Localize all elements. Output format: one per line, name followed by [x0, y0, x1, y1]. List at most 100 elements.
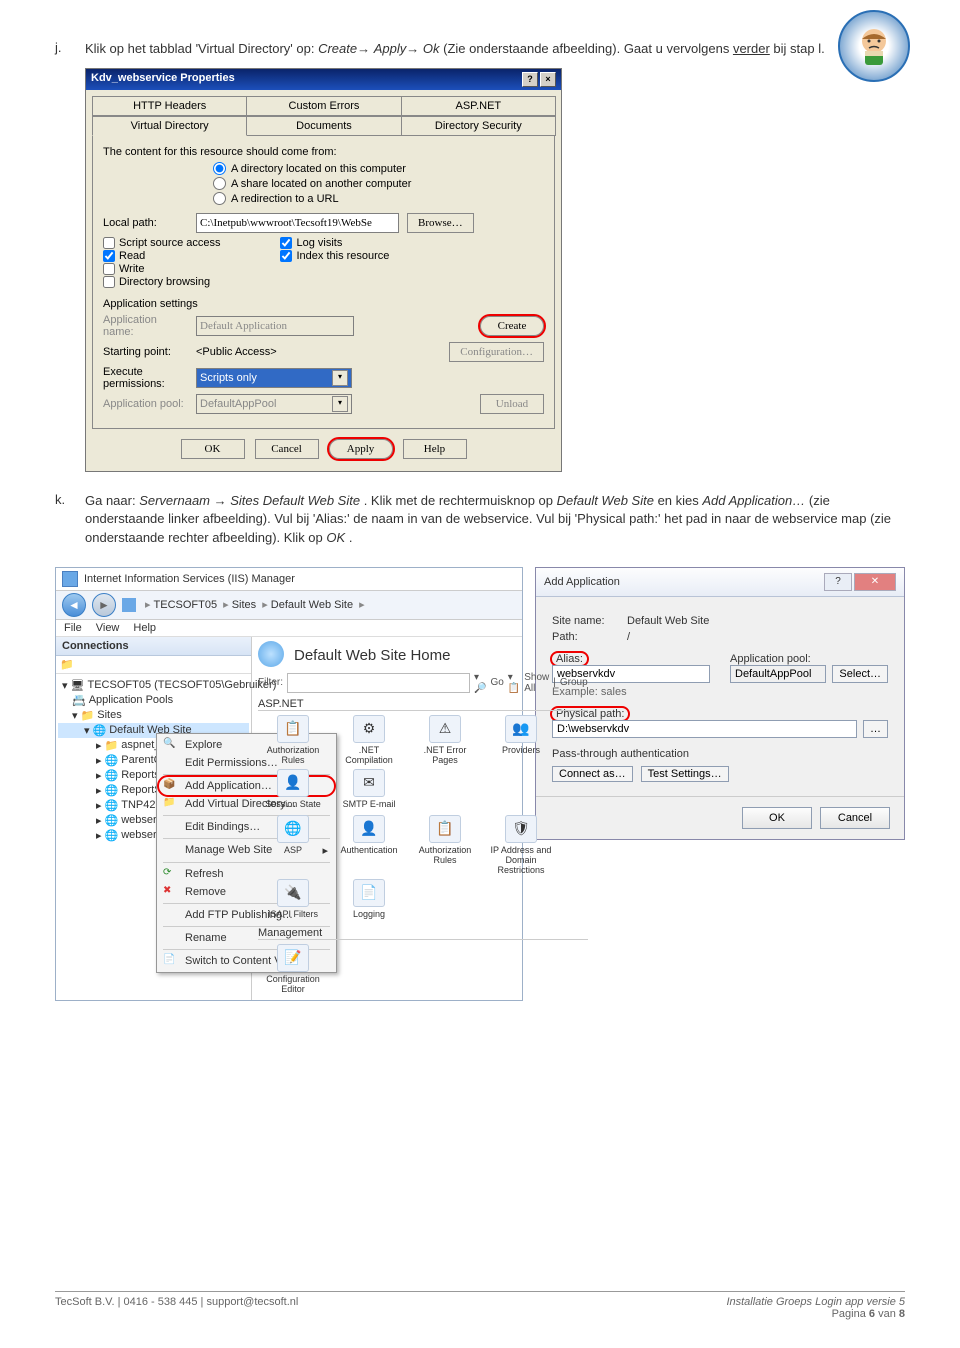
- tab-row-bottom: Virtual Directory Documents Directory Se…: [92, 116, 555, 136]
- feature-icon[interactable]: 📋Authorization Rules: [410, 815, 480, 875]
- arrow-icon: →: [406, 41, 419, 56]
- feature-icon[interactable]: 🛡IP Address and Domain Restrictions: [486, 815, 556, 875]
- apply-button[interactable]: Apply: [329, 439, 393, 459]
- cancel-button[interactable]: Cancel: [820, 807, 890, 829]
- app-name-input: [196, 316, 354, 336]
- help-button[interactable]: Help: [403, 439, 467, 459]
- tab-aspnet[interactable]: ASP.NET: [401, 96, 556, 116]
- dialog-title: Add Application: [544, 576, 620, 588]
- browse-path-button[interactable]: …: [863, 720, 888, 738]
- footer-left: TecSoft B.V. | 0416 - 538 445 | support@…: [55, 1296, 298, 1320]
- help-icon[interactable]: ?: [824, 573, 852, 591]
- refresh-icon: ⟳: [163, 867, 177, 881]
- forward-button[interactable]: ►: [92, 593, 116, 617]
- tab-directory-security[interactable]: Directory Security: [401, 116, 556, 136]
- connections-header: Connections: [56, 637, 251, 656]
- local-path-input[interactable]: [196, 213, 399, 233]
- mascot-icon: [849, 21, 899, 71]
- cb-script-source[interactable]: [103, 237, 115, 249]
- radio-local-dir[interactable]: [213, 162, 226, 175]
- feature-icon[interactable]: ✉SMTP E-mail: [334, 769, 404, 809]
- app-pool-label: Application pool:: [730, 653, 888, 665]
- feature-icon[interactable]: 📝Configuration Editor: [258, 944, 328, 994]
- cancel-button[interactable]: Cancel: [255, 439, 319, 459]
- iis-manager-window: Internet Information Services (IIS) Mana…: [55, 567, 523, 1001]
- close-icon[interactable]: ×: [540, 72, 556, 87]
- browse-button[interactable]: Browse…: [407, 213, 474, 233]
- feature-icon[interactable]: ⚙.NET Compilation: [334, 715, 404, 765]
- feature-icon[interactable]: 🔌ISAPI Filters: [258, 879, 328, 919]
- menu-file[interactable]: File: [64, 622, 82, 634]
- feature-icon[interactable]: 📄Logging: [334, 879, 404, 919]
- back-button[interactable]: ◄: [62, 593, 86, 617]
- cb-write[interactable]: [103, 263, 115, 275]
- brand-logo: [838, 10, 910, 82]
- feature-icon[interactable]: 🌐ASP: [258, 815, 328, 875]
- category-management: Management: [258, 927, 588, 940]
- folder-icon: 📁: [163, 797, 177, 811]
- menu-help[interactable]: Help: [133, 622, 156, 634]
- start-point-value: <Public Access>: [196, 346, 277, 358]
- radio-share[interactable]: [213, 177, 226, 190]
- select-pool-button[interactable]: Select…: [832, 665, 888, 683]
- page-footer: TecSoft B.V. | 0416 - 538 445 | support@…: [55, 1291, 905, 1320]
- exec-perm-select[interactable]: Scripts only▾: [196, 368, 352, 388]
- arrow-icon: →: [214, 493, 227, 508]
- document-page: j. Klik op het tabblad 'Virtual Director…: [0, 0, 960, 1340]
- content-pane: Default Web Site Home Filter: ▾ 🔎Go ▾ 📋S…: [252, 637, 594, 1000]
- home-icon: [122, 598, 136, 612]
- cb-index[interactable]: [280, 250, 292, 262]
- tab-custom-errors[interactable]: Custom Errors: [246, 96, 401, 116]
- ok-button[interactable]: OK: [742, 807, 812, 829]
- filter-input[interactable]: [287, 673, 470, 693]
- tab-documents[interactable]: Documents: [246, 116, 401, 136]
- app-pool-select: DefaultAppPool▾: [196, 394, 352, 414]
- connections-pane: Connections 📁 ▾🖥TECSOFT05 (TECSOFT05\Geb…: [56, 637, 252, 1000]
- page-title: Default Web Site Home: [294, 647, 588, 664]
- feature-icon[interactable]: 👥Providers: [486, 715, 556, 765]
- tab-virtual-directory[interactable]: Virtual Directory: [92, 116, 247, 136]
- arrow-icon: →: [357, 41, 370, 56]
- footer-doc-title: Installatie Groeps Login app versie 5: [726, 1296, 905, 1308]
- path-value: /: [627, 631, 630, 643]
- tab-panel: The content for this resource should com…: [92, 136, 555, 429]
- radio-url[interactable]: [213, 192, 226, 205]
- app-pool-label: Application pool:: [103, 398, 188, 410]
- menubar: File View Help: [56, 620, 522, 637]
- create-button[interactable]: Create: [480, 316, 544, 336]
- go-button[interactable]: Go: [490, 677, 503, 688]
- screenshots-row: Internet Information Services (IIS) Mana…: [55, 557, 905, 1001]
- showall-button[interactable]: Show All: [524, 672, 549, 694]
- properties-dialog: Kdv_webservice Properties ? × HTTP Heade…: [85, 68, 562, 472]
- app-icon: 📦: [163, 779, 177, 793]
- test-settings-button[interactable]: Test Settings…: [641, 766, 729, 782]
- app-settings-header: Application settings: [103, 298, 544, 310]
- feature-icon[interactable]: ⚠.NET Error Pages: [410, 715, 480, 765]
- tree-server[interactable]: TECSOFT05 (TECSOFT05\Gebruiker): [88, 679, 277, 691]
- step-letter: k.: [55, 492, 85, 547]
- menu-view[interactable]: View: [96, 622, 120, 634]
- feature-icon[interactable]: 📋Authorization Rules: [258, 715, 328, 765]
- cb-read[interactable]: [103, 250, 115, 262]
- folder-icon[interactable]: 📁: [60, 659, 74, 671]
- breadcrumb[interactable]: ▸TECSOFT05 ▸Sites ▸Default Web Site ▸: [142, 598, 368, 611]
- exec-perm-label: Execute permissions:: [103, 366, 188, 390]
- help-icon[interactable]: ?: [522, 72, 538, 87]
- group-label: Group: [560, 677, 588, 688]
- remove-icon: ✖: [163, 885, 177, 899]
- tree-app-pools[interactable]: Application Pools: [89, 694, 173, 706]
- cb-dir-browsing[interactable]: [103, 276, 115, 288]
- feature-icon[interactable]: 👤Authentication: [334, 815, 404, 875]
- window-title: Internet Information Services (IIS) Mana…: [84, 573, 295, 585]
- feature-icon[interactable]: 👤Session State: [258, 769, 328, 809]
- physical-path-input[interactable]: [552, 720, 857, 738]
- app-name-label: Application name:: [103, 314, 188, 338]
- close-icon[interactable]: ✕: [854, 573, 896, 591]
- start-point-label: Starting point:: [103, 346, 188, 358]
- tab-http-headers[interactable]: HTTP Headers: [92, 96, 247, 116]
- ok-button[interactable]: OK: [181, 439, 245, 459]
- cb-log-visits[interactable]: [280, 237, 292, 249]
- verder-link[interactable]: verder: [733, 41, 770, 56]
- site-name-value: Default Web Site: [627, 615, 709, 627]
- tree-sites[interactable]: Sites: [97, 709, 121, 721]
